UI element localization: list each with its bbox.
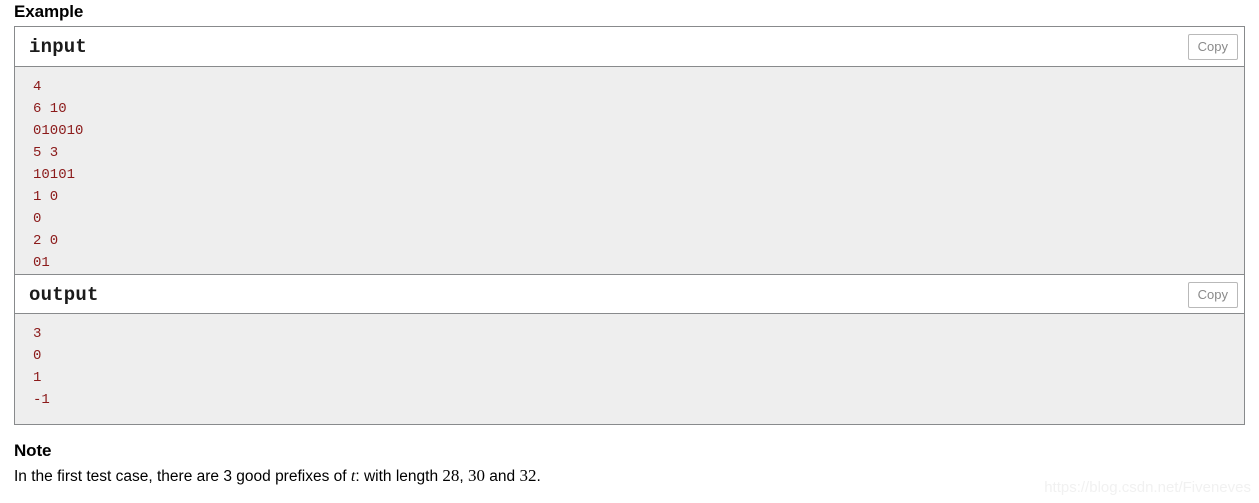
note-heading: Note <box>14 441 52 460</box>
copy-input-button[interactable]: Copy <box>1187 34 1238 60</box>
output-title-label: output <box>29 284 99 306</box>
note-section: Note In the first test case, there are 3… <box>0 425 1259 487</box>
input-title-label: input <box>29 36 88 58</box>
output-header: output Copy <box>15 274 1244 314</box>
note-text-part1: In the first test case, there are 3 good… <box>14 468 351 485</box>
note-length-value-3: 32 <box>519 466 537 485</box>
problem-statement-page: Example input Copy 4 6 10 010010 5 3 101… <box>0 0 1259 503</box>
copy-output-button[interactable]: Copy <box>1187 282 1238 308</box>
watermark: https://blog.csdn.net/Fiveneves <box>1044 479 1251 496</box>
input-header: input Copy <box>15 27 1244 67</box>
page-title: Example <box>14 2 84 21</box>
note-separator-2: and <box>485 468 520 485</box>
note-length-value-2: 30 <box>468 466 485 485</box>
sample-tests-box: input Copy 4 6 10 010010 5 3 10101 1 0 0… <box>14 26 1245 425</box>
note-period: . <box>536 468 541 485</box>
note-separator-1: , <box>459 468 468 485</box>
output-sample-text: 3 0 1 -1 <box>15 314 1244 424</box>
note-length-value-1: 28 <box>442 466 460 485</box>
input-sample-text: 4 6 10 010010 5 3 10101 1 0 0 2 0 01 <box>15 67 1244 274</box>
note-text-part2: : with length <box>355 468 443 485</box>
